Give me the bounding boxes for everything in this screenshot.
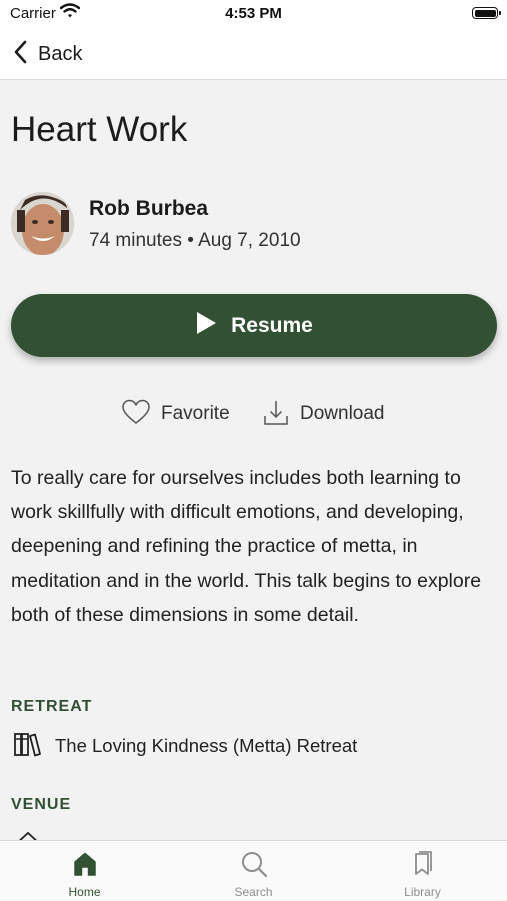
home-icon <box>72 850 98 878</box>
status-bar: Carrier 4:53 PM <box>0 0 507 30</box>
navigation-bar: Back <box>0 30 507 80</box>
status-time: 4:53 PM <box>225 5 282 22</box>
back-button[interactable]: Back <box>14 39 82 69</box>
retreat-section-header: RETREAT <box>11 698 93 715</box>
back-label: Back <box>38 42 83 65</box>
tab-search[interactable]: Search <box>169 841 338 901</box>
search-icon <box>240 850 268 878</box>
heart-icon <box>121 399 151 430</box>
tab-library[interactable]: Library <box>338 841 507 901</box>
talk-description: To really care for ourselves includes bo… <box>11 467 482 626</box>
library-icon <box>411 850 435 878</box>
tab-library-label: Library <box>404 885 441 899</box>
tab-home-label: Home <box>68 885 101 899</box>
resume-button[interactable]: Resume <box>11 294 497 357</box>
download-label: Download <box>300 403 385 424</box>
talk-meta: 74 minutes • Aug 7, 2010 <box>89 230 301 251</box>
resume-label: Resume <box>231 313 313 337</box>
play-icon <box>195 311 217 340</box>
download-icon <box>262 398 290 431</box>
download-button[interactable]: Download <box>262 398 385 430</box>
books-icon <box>13 730 41 763</box>
favorite-label: Favorite <box>161 403 230 424</box>
talk-title: Heart Work <box>11 110 188 149</box>
venue-section-header: VENUE <box>11 796 72 813</box>
tab-home[interactable]: Home <box>0 841 169 901</box>
tab-bar: Home Search Library <box>0 840 507 900</box>
favorite-button[interactable]: Favorite <box>121 398 230 430</box>
chevron-left-icon <box>14 40 28 69</box>
speaker-name[interactable]: Rob Burbea <box>89 197 208 221</box>
speaker-avatar[interactable] <box>11 192 74 255</box>
retreat-name: The Loving Kindness (Metta) Retreat <box>55 735 358 756</box>
retreat-link[interactable]: The Loving Kindness (Metta) Retreat <box>13 731 357 761</box>
tab-search-label: Search <box>234 885 273 899</box>
battery-icon <box>472 7 501 19</box>
